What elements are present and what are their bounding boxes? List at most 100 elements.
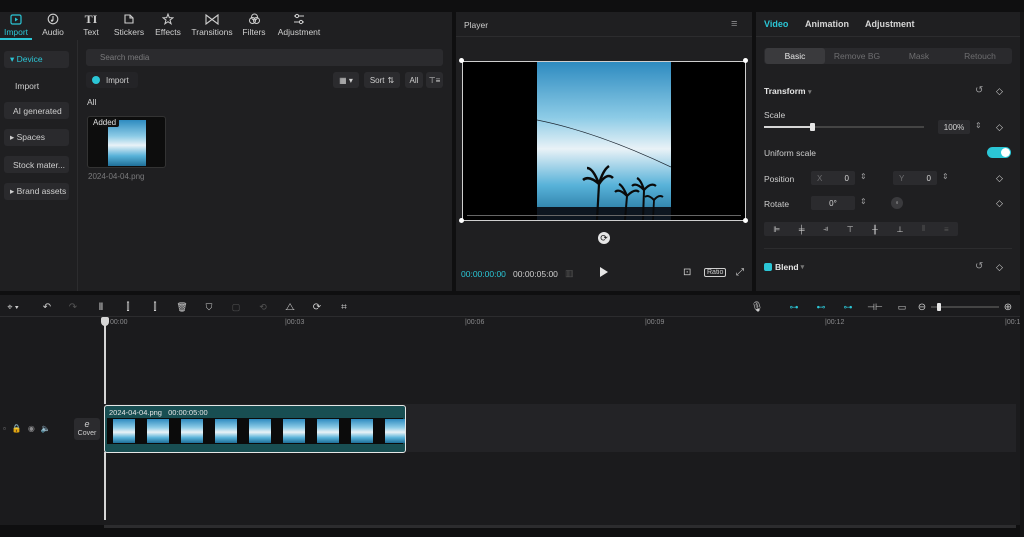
eye-icon[interactable]: ◉: [28, 424, 35, 433]
transform-section-header[interactable]: Transform ▾: [764, 86, 811, 96]
tab-filters[interactable]: Filters: [232, 12, 276, 37]
player-menu-icon[interactable]: ≡: [731, 18, 737, 30]
sidebar-item-stock-materials[interactable]: Stock mater...: [4, 156, 69, 173]
media-thumbnail[interactable]: Added: [87, 116, 166, 168]
filter-button[interactable]: ⊤≡: [426, 72, 443, 88]
rotate-input[interactable]: 0°: [811, 196, 855, 210]
scale-value-input[interactable]: 100%: [938, 120, 970, 134]
rotate-clip-icon[interactable]: ⟳: [310, 300, 324, 314]
sidebar-item-ai-generated[interactable]: AI generated: [4, 102, 69, 119]
tab-effects[interactable]: Effects: [146, 12, 190, 37]
blend-checkbox[interactable]: [764, 263, 772, 271]
tab-video[interactable]: Video: [764, 19, 788, 29]
sidebar-item-brand-assets[interactable]: ▸ Brand assets: [4, 183, 69, 200]
split-left-icon[interactable]: ⫿: [121, 300, 135, 314]
rotate-dial-icon[interactable]: ◦: [891, 197, 903, 209]
ratio-button[interactable]: Ratio: [704, 268, 727, 277]
link-main-track-icon[interactable]: ⊶: [786, 300, 802, 314]
blend-keyframe-icon[interactable]: ◇: [996, 262, 1003, 273]
subtitle-icon[interactable]: ▭: [894, 300, 910, 314]
timecode-grid-icon[interactable]: ▥: [565, 268, 574, 279]
magnet-icon[interactable]: ⊷: [813, 300, 829, 314]
mute-icon[interactable]: 🔈: [41, 424, 51, 433]
tab-inspector-adjustment[interactable]: Adjustment: [865, 19, 915, 29]
frame-handle-br[interactable]: [743, 218, 748, 223]
shield-icon[interactable]: ⛉: [202, 300, 216, 314]
sidebar-item-import[interactable]: Import: [4, 77, 69, 94]
position-keyframe-icon[interactable]: ◇: [996, 173, 1003, 184]
subtab-retouch[interactable]: Retouch: [950, 48, 1010, 64]
timeline-scrollbar[interactable]: [104, 525, 1016, 528]
scale-slider-knob[interactable]: [810, 123, 815, 131]
zoom-slider-knob[interactable]: [937, 303, 941, 311]
scale-stepper-icon[interactable]: ⇕: [975, 121, 982, 130]
zoom-slider[interactable]: [931, 303, 999, 311]
reverse-icon[interactable]: ⟲: [256, 300, 270, 314]
lock-icon[interactable]: 🔒: [12, 424, 22, 433]
search-input[interactable]: Search media: [86, 49, 443, 66]
fullscreen-icon[interactable]: ⤢: [736, 267, 744, 278]
align-top-icon[interactable]: ⊤: [847, 225, 854, 234]
video-clip[interactable]: 2024-04-04.png 00:00:05:00: [104, 405, 406, 453]
redo-icon[interactable]: ↷: [66, 300, 80, 314]
split-right-icon[interactable]: ⫿: [148, 300, 162, 314]
frame-handle-tr[interactable]: [743, 58, 748, 63]
position-y-input[interactable]: Y 0: [893, 171, 937, 185]
freeze-icon[interactable]: ▢: [229, 300, 243, 314]
tab-stickers[interactable]: Stickers: [107, 12, 151, 37]
crop-icon[interactable]: ⌗: [337, 300, 351, 314]
align-left-icon[interactable]: ⊫: [773, 225, 780, 234]
tab-transitions[interactable]: Transitions: [190, 12, 234, 37]
all-filter-button[interactable]: All: [405, 72, 423, 88]
select-tool-icon[interactable]: ⌖ ▾: [2, 300, 24, 314]
rotate-keyframe-icon[interactable]: ◇: [996, 198, 1003, 209]
frame-handle-tl[interactable]: [459, 58, 464, 63]
linkage-icon[interactable]: ⊶: [840, 300, 856, 314]
transform-reset-icon[interactable]: ↺: [975, 85, 983, 96]
tab-animation[interactable]: Animation: [805, 19, 849, 29]
align-center-h-icon[interactable]: ╪: [799, 225, 805, 234]
blend-section-header[interactable]: Blend ▾: [764, 262, 804, 272]
frame-handle-bl[interactable]: [459, 218, 464, 223]
subtab-remove-bg[interactable]: Remove BG: [826, 48, 888, 64]
playhead-handle[interactable]: [101, 317, 109, 326]
rotate-handle-icon[interactable]: ⟳: [598, 232, 610, 244]
undo-icon[interactable]: ↶: [40, 300, 54, 314]
preview-axis-icon[interactable]: ⊣⊢: [867, 300, 883, 314]
rotate-stepper-icon[interactable]: ⇕: [860, 197, 867, 206]
scale-keyframe-icon[interactable]: ◇: [996, 122, 1003, 133]
align-right-icon[interactable]: ⫣: [823, 224, 828, 234]
align-bottom-icon[interactable]: ⊥: [896, 225, 903, 234]
delete-icon[interactable]: 🗑: [175, 300, 189, 314]
transform-keyframe-icon[interactable]: ◇: [996, 86, 1003, 97]
position-y-stepper-icon[interactable]: ⇕: [942, 172, 949, 181]
scale-slider[interactable]: [764, 123, 924, 131]
split-icon[interactable]: Ⅱ: [94, 300, 108, 314]
subtab-mask[interactable]: Mask: [889, 48, 949, 64]
sidebar-item-spaces[interactable]: ▸ Spaces: [4, 129, 69, 146]
blend-reset-icon[interactable]: ↺: [975, 261, 983, 272]
sidebar-item-device[interactable]: ▾ Device: [4, 51, 69, 68]
right-edge-scrollbar[interactable]: [1020, 12, 1024, 537]
import-button[interactable]: Import: [86, 72, 138, 88]
mirror-icon[interactable]: ⧍: [283, 300, 297, 314]
zoom-out-icon[interactable]: ⊖: [915, 300, 929, 314]
position-x-input[interactable]: X 0: [811, 171, 855, 185]
microphone-icon[interactable]: 🎙: [750, 300, 764, 314]
distribute-h-icon[interactable]: ⫴: [922, 224, 925, 234]
view-toggle-button[interactable]: ▦ ▾: [333, 72, 359, 88]
play-button[interactable]: [599, 267, 608, 279]
fit-view-icon[interactable]: ⊡: [683, 267, 691, 278]
subtab-basic[interactable]: Basic: [765, 48, 825, 64]
cover-button[interactable]: e Cover: [74, 418, 100, 440]
sidebar-item-label: Stock mater...: [13, 159, 65, 170]
sort-button[interactable]: Sort ⇅: [364, 72, 400, 88]
distribute-v-icon[interactable]: ≡: [944, 225, 949, 234]
position-x-stepper-icon[interactable]: ⇕: [860, 172, 867, 181]
video-canvas[interactable]: [462, 61, 746, 221]
align-center-v-icon[interactable]: ╫: [872, 225, 878, 234]
uniform-scale-toggle[interactable]: [987, 147, 1011, 158]
track-thumbnail-toggle-icon[interactable]: ▫: [3, 424, 6, 433]
tab-adjustment[interactable]: Adjustment: [276, 12, 322, 37]
zoom-in-icon[interactable]: ⊕: [1001, 300, 1015, 314]
